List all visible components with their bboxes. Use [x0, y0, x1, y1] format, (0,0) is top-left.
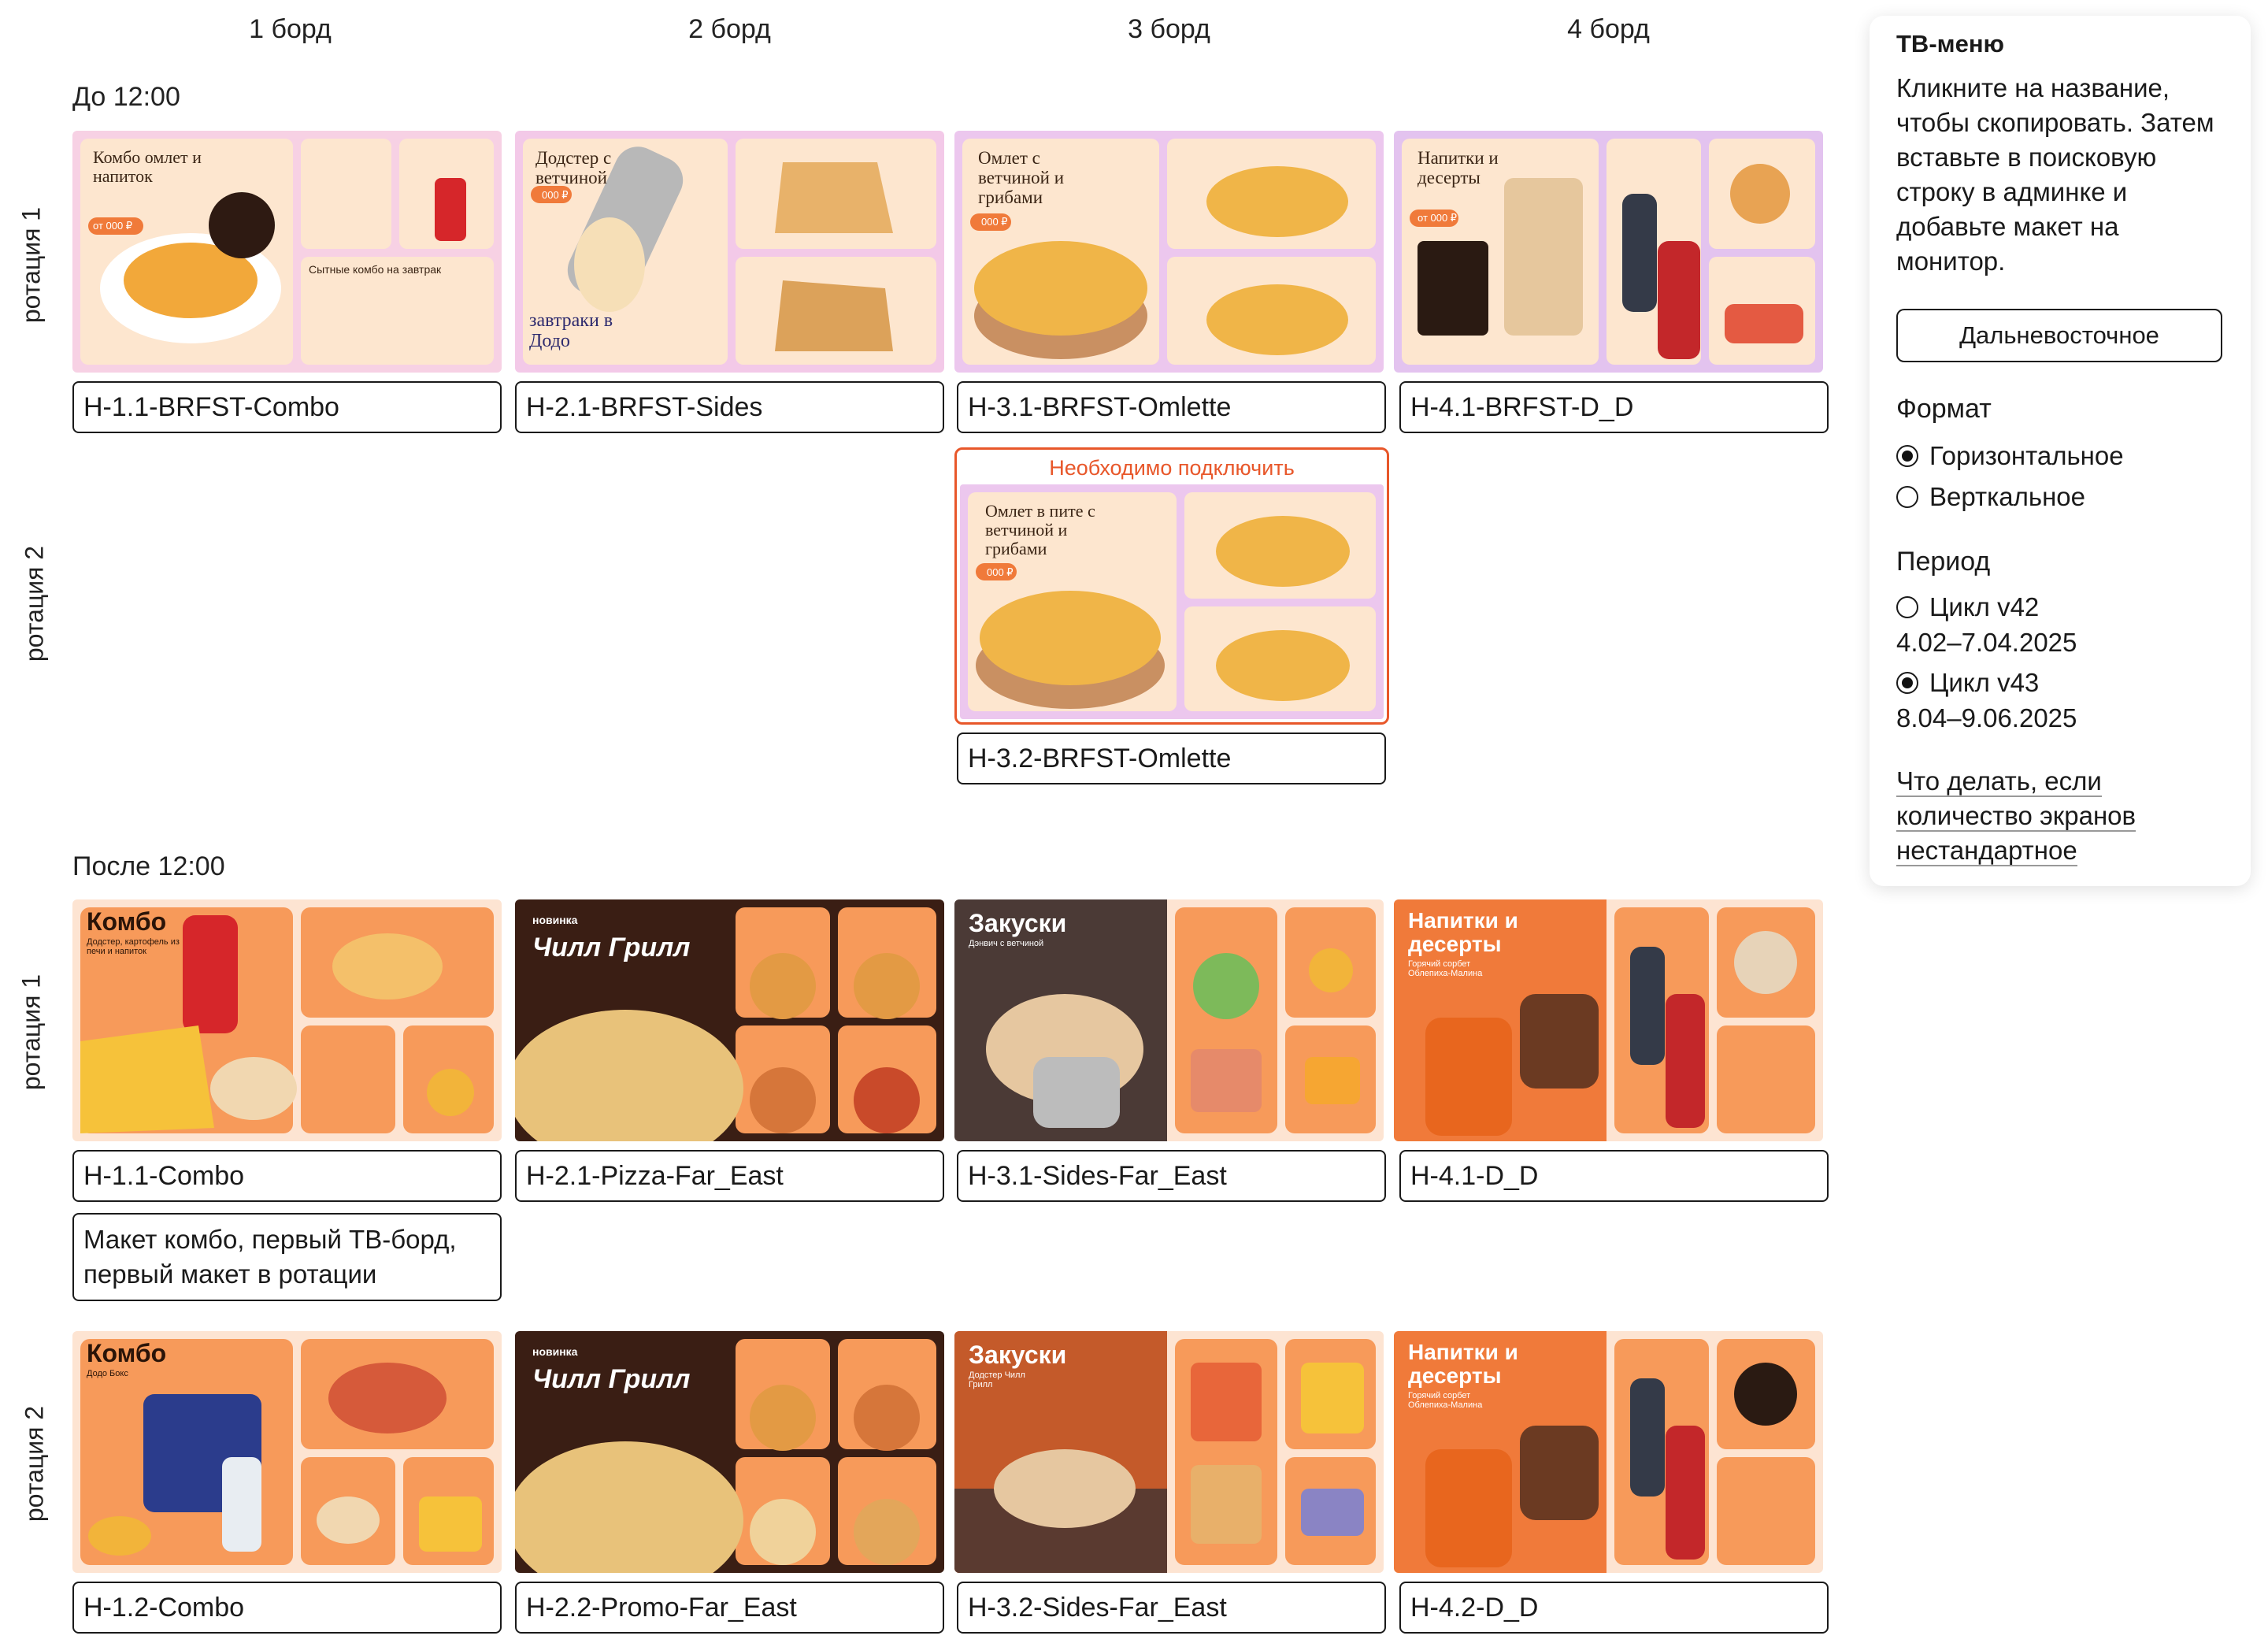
thumbnail-morning-omlette-pita: Омлет в пите с ветчиной и грибами 000 ₽ [960, 484, 1384, 719]
thumb-sub: Сытные комбо на завтрак [309, 263, 442, 276]
layout-name-button[interactable]: H-4.1-BRFST-D_D [1399, 381, 1829, 433]
rotation-label-afternoon-1: ротация 1 [17, 974, 46, 1091]
rotation-label-morning-2: ротация 2 [20, 545, 49, 662]
period-option-v42[interactable]: Цикл v42 [1896, 592, 2039, 622]
thumbnail-combo: Комбо Додстер, картофель из печи и напит… [72, 899, 502, 1141]
format-option-horizontal[interactable]: Горизонтальное [1896, 441, 2124, 471]
format-option-label: Верткальное [1929, 482, 2085, 511]
thumb-sub: Дэнвич с ветчиной [969, 939, 1044, 948]
panel-title: ТВ-меню [1896, 30, 2005, 57]
thumbnail-pizza: новинка Чилл Грилл [515, 899, 944, 1141]
board-header-3: 3 борд [1128, 14, 1210, 44]
thumb-price: 000 ₽ [987, 566, 1014, 578]
thumb-title: Омлет в пите с ветчиной и грибами [985, 501, 1095, 558]
thumb-title: Комбо [87, 907, 167, 936]
thumbnail-drinks: Напитки и десерты Горячий сорбет Облепих… [1394, 899, 1823, 1141]
thumbnail-combo-2: Комбо Додо Бокс [72, 1331, 502, 1573]
thumbnail-promo: новинка Чилл Грилл [515, 1331, 944, 1573]
layout-name-button[interactable]: H-1.1-Combo [72, 1150, 502, 1202]
thumb-sub: Додстер, картофель из печи и напиток [87, 937, 180, 956]
layout-note: Макет комбо, первый ТВ-борд, первый маке… [72, 1213, 502, 1301]
rotation-label-afternoon-2: ротация 2 [20, 1405, 49, 1522]
layout-name-button[interactable]: H-2.1-Pizza-Far_East [515, 1150, 944, 1202]
thumb-sub: Додо Бокс [87, 1369, 128, 1378]
warning-frame: Необходимо подключить Омлет в пите с вет… [954, 447, 1389, 725]
layout-name-button[interactable]: H-3.1-Sides-Far_East [957, 1150, 1386, 1202]
radio-unselected-icon [1896, 486, 1918, 508]
help-link[interactable]: Что делать, если количество экранов нест… [1896, 764, 2227, 868]
tv-menu-panel: ТВ-меню Кликните на название, чтобы скоп… [1870, 16, 2251, 886]
layout-name-button[interactable]: H-2.1-BRFST-Sides [515, 381, 944, 433]
thumb-sub: Горячий сорбет Облепиха-Малина [1408, 1391, 1483, 1410]
thumb-title: Напитки и десерты [1408, 1340, 1518, 1388]
thumbnail-morning-combo: Комбо омлет и напиток от 000 ₽ Сытные ко… [72, 131, 502, 373]
help-link-text: Что делать, если количество экранов нест… [1896, 766, 2136, 866]
thumb-price: от 000 ₽ [93, 220, 133, 232]
thumb-title: Комбо [87, 1339, 167, 1367]
layout-name-button[interactable]: H-1.1-BRFST-Combo [72, 381, 502, 433]
thumb-title: Закуски [969, 1341, 1067, 1369]
period-label: Период [1896, 547, 1991, 577]
period-option-label: Цикл v43 [1929, 668, 2040, 697]
thumb-title: Напитки и десерты [1408, 908, 1518, 956]
thumb-title: Омлет с ветчиной и грибами [978, 148, 1065, 207]
radio-selected-icon [1896, 672, 1918, 694]
thumb-price: 000 ₽ [542, 189, 569, 201]
radio-unselected-icon [1896, 596, 1918, 618]
board-header-4: 4 борд [1567, 14, 1650, 44]
thumb-title: Додстер с ветчиной [536, 148, 612, 187]
rotation-label-morning-1: ротация 1 [17, 206, 46, 324]
thumb-title: Закуски [969, 909, 1067, 937]
panel-instructions: Кликните на название, чтобы скопировать.… [1896, 73, 2214, 276]
thumbnail-sides: Закуски Дэнвич с ветчиной [954, 899, 1384, 1141]
layout-name-button[interactable]: H-4.1-D_D [1399, 1150, 1829, 1202]
layout-name-button[interactable]: H-3.2-BRFST-Omlette [957, 732, 1386, 784]
thumbnail-morning-sides: Додстер с ветчиной 000 ₽ завтраки в Додо [515, 131, 944, 373]
layout-name-button[interactable]: H-4.2-D_D [1399, 1582, 1829, 1634]
format-option-vertical[interactable]: Верткальное [1896, 482, 2085, 512]
board-header-2: 2 борд [688, 14, 771, 44]
thumb-sub: Чилл Грилл [532, 1364, 691, 1394]
board-header-1: 1 борд [249, 14, 332, 44]
thumb-title: Напитки и десерты [1418, 148, 1499, 187]
period-dates: 4.02–7.04.2025 [1896, 628, 2077, 657]
layout-name-button[interactable]: H-3.2-Sides-Far_East [957, 1582, 1386, 1634]
thumb-price: от 000 ₽ [1418, 212, 1458, 224]
thumb-sub: Додстер Чилл Грилл [969, 1370, 1025, 1389]
thumbnail-drinks-2: Напитки и десерты Горячий сорбет Облепих… [1394, 1331, 1823, 1573]
thumb-price: 000 ₽ [981, 216, 1008, 228]
thumbnail-morning-drinks: Напитки и десерты от 000 ₽ [1394, 131, 1823, 373]
period-option-v43[interactable]: Цикл v43 [1896, 668, 2039, 698]
thumbnail-morning-omlette: Омлет с ветчиной и грибами 000 ₽ [954, 131, 1384, 373]
warning-text: Необходимо подключить [1049, 456, 1295, 480]
thumb-sub: завтраки в Додо [529, 310, 613, 351]
thumb-sub: Горячий сорбет Облепиха-Малина [1408, 959, 1483, 978]
section-title-morning: До 12:00 [72, 82, 180, 112]
layout-name-button[interactable]: H-3.1-BRFST-Omlette [957, 381, 1386, 433]
thumb-title: новинка [532, 1345, 578, 1358]
period-option-label: Цикл v42 [1929, 592, 2040, 621]
period-dates: 8.04–9.06.2025 [1896, 703, 2077, 732]
section-title-afternoon: После 12:00 [72, 851, 225, 881]
thumb-title: новинка [532, 914, 578, 926]
thumb-title: Комбо омлет и напиток [93, 147, 202, 186]
region-button[interactable]: Дальневосточное [1896, 309, 2222, 362]
format-option-label: Горизонтальное [1929, 441, 2124, 470]
format-label: Формат [1896, 394, 1992, 424]
thumbnail-sides-2: Закуски Додстер Чилл Грилл [954, 1331, 1384, 1573]
thumb-sub: Чилл Грилл [532, 933, 691, 962]
layout-name-button[interactable]: H-1.2-Combo [72, 1582, 502, 1634]
radio-selected-icon [1896, 445, 1918, 467]
layout-name-button[interactable]: H-2.2-Promo-Far_East [515, 1582, 944, 1634]
